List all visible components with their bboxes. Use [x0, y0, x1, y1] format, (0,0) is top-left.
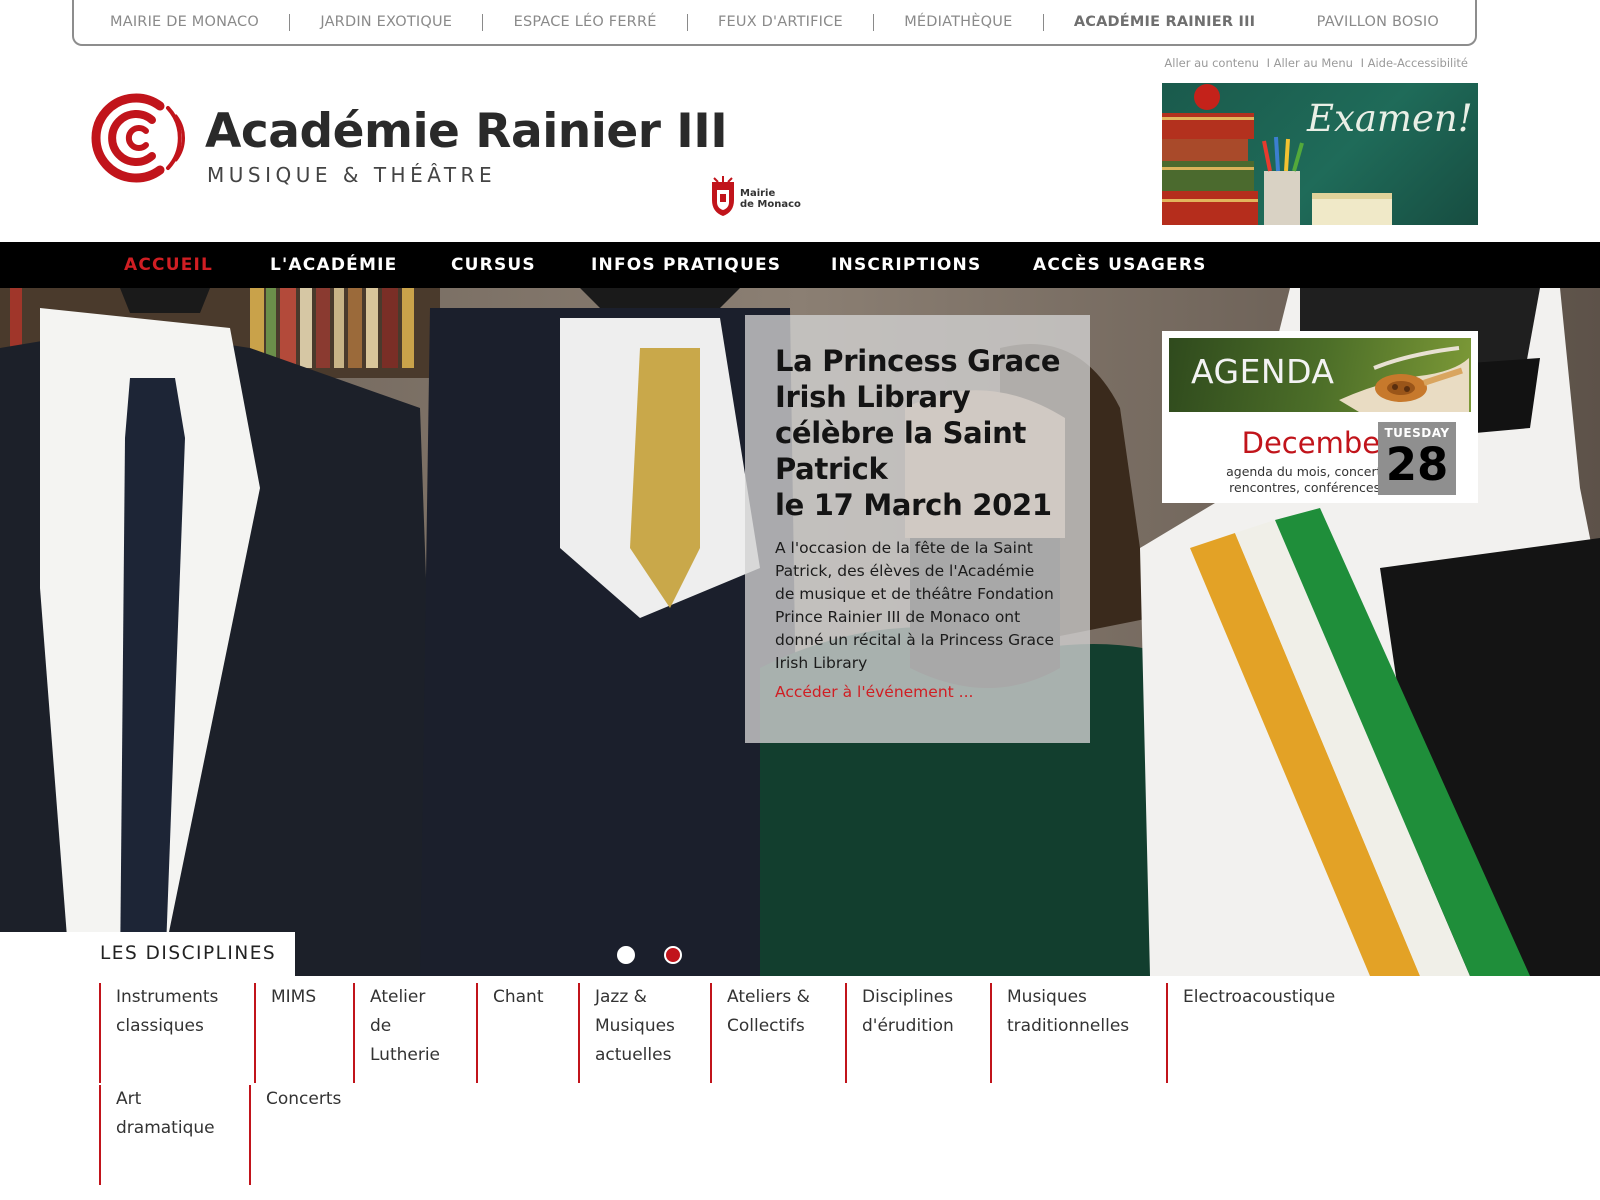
portal-link-mediatheque[interactable]: MÉDIATHÈQUE	[888, 14, 1028, 30]
nav-item-infos-pratiques[interactable]: INFOS PRATIQUES	[591, 242, 781, 288]
discipline-concerts[interactable]: Concerts	[249, 1085, 369, 1185]
portal-link-feux[interactable]: FEUX D'ARTIFICE	[702, 14, 859, 30]
separator	[686, 13, 688, 31]
news-card: La Princess Grace Irish Library célèbre …	[745, 315, 1090, 743]
separator	[1285, 14, 1286, 31]
separator	[1042, 13, 1044, 31]
discipline-electroacoustique[interactable]: Electroacoustique	[1166, 983, 1366, 1083]
nav-item-accueil[interactable]: ACCUEIL	[124, 242, 213, 288]
discipline-art-dramatique[interactable]: Art dramatique	[99, 1085, 249, 1185]
news-title[interactable]: La Princess Grace Irish Library célèbre …	[775, 343, 1062, 523]
main-nav: ACCUEIL L'ACADÉMIE CURSUS INFOS PRATIQUE…	[0, 242, 1600, 288]
nav-item-cursus[interactable]: CURSUS	[451, 242, 536, 288]
skip-to-menu-link[interactable]: I Aller au Menu	[1265, 56, 1355, 70]
portal-link-pavillon-bosio[interactable]: PAVILLON BOSIO	[1301, 14, 1455, 30]
agenda-widget[interactable]: AGENDA December agenda du mois, concerts…	[1162, 331, 1478, 503]
discipline-atelier-lutherie[interactable]: Atelier de Lutherie	[353, 983, 475, 1083]
agenda-description: agenda du mois, concerts, rencontres, co…	[1226, 464, 1392, 495]
separator	[289, 13, 291, 31]
nav-item-acces-usagers[interactable]: ACCÈS USAGERS	[1033, 242, 1207, 288]
discipline-erudition[interactable]: Disciplines d'érudition	[845, 983, 990, 1083]
news-summary: A l'occasion de la fête de la Saint Patr…	[775, 539, 1055, 672]
separator	[482, 13, 484, 31]
discipline-mims[interactable]: MIMS	[254, 983, 354, 1083]
agenda-month: December	[1241, 426, 1392, 460]
discipline-ateliers-collectifs[interactable]: Ateliers & Collectifs	[710, 983, 844, 1083]
discipline-instruments-classiques[interactable]: Instruments classiques	[99, 983, 251, 1083]
accessibility-help-link[interactable]: I Aide-Accessibilité	[1359, 56, 1470, 70]
portal-link-espace-leo-ferre[interactable]: ESPACE LÉO FERRÉ	[498, 14, 673, 30]
hero-slider: La Princess Grace Irish Library célèbre …	[0, 288, 1600, 976]
portal-link-mairie[interactable]: MAIRIE DE MONACO	[94, 14, 275, 30]
agenda-day-number: 28	[1385, 438, 1449, 491]
mairie-de-monaco-logo[interactable]: Mairie de Monaco	[710, 176, 806, 216]
mairie-label: Mairie de Monaco	[740, 188, 801, 210]
agenda-banner[interactable]: AGENDA	[1169, 338, 1471, 412]
slider-dot-1[interactable]	[617, 946, 635, 964]
site-subtitle: MUSIQUE & THÉÂTRE	[207, 163, 497, 187]
nav-item-inscriptions[interactable]: INSCRIPTIONS	[831, 242, 981, 288]
exam-banner-text: Examen!	[1307, 97, 1473, 140]
portal-bar: MAIRIE DE MONACO JARDIN EXOTIQUE ESPACE …	[72, 0, 1477, 46]
agenda-title: AGENDA	[1191, 352, 1335, 391]
separator	[873, 13, 875, 31]
agenda-date-badge: TUESDAY 28	[1378, 422, 1456, 495]
accessibility-links: Aller au contenu I Aller au Menu I Aide-…	[1162, 56, 1470, 70]
slider-dot-2[interactable]	[664, 946, 682, 964]
disciplines-heading: LES DISCIPLINES	[100, 943, 277, 964]
discipline-jazz-musiques-actuelles[interactable]: Jazz & Musiques actuelles	[578, 983, 710, 1083]
portal-link-jardin[interactable]: JARDIN EXOTIQUE	[304, 14, 468, 30]
event-link[interactable]: Accéder à l'événement ...	[775, 683, 1062, 701]
exam-banner[interactable]: Examen!	[1162, 83, 1478, 225]
discipline-musiques-traditionnelles[interactable]: Musiques traditionnelles	[990, 983, 1167, 1083]
skip-to-content-link[interactable]: Aller au contenu	[1162, 56, 1261, 70]
disciplines-tab: LES DISCIPLINES	[0, 932, 295, 976]
monaco-crest-icon	[712, 176, 734, 216]
academie-logo-icon[interactable]	[90, 90, 194, 186]
site-title[interactable]: Académie Rainier III	[205, 104, 728, 159]
nav-item-academie[interactable]: L'ACADÉMIE	[270, 242, 397, 288]
portal-link-academie[interactable]: ACADÉMIE RAINIER III	[1058, 14, 1271, 30]
discipline-chant[interactable]: Chant	[476, 983, 578, 1083]
